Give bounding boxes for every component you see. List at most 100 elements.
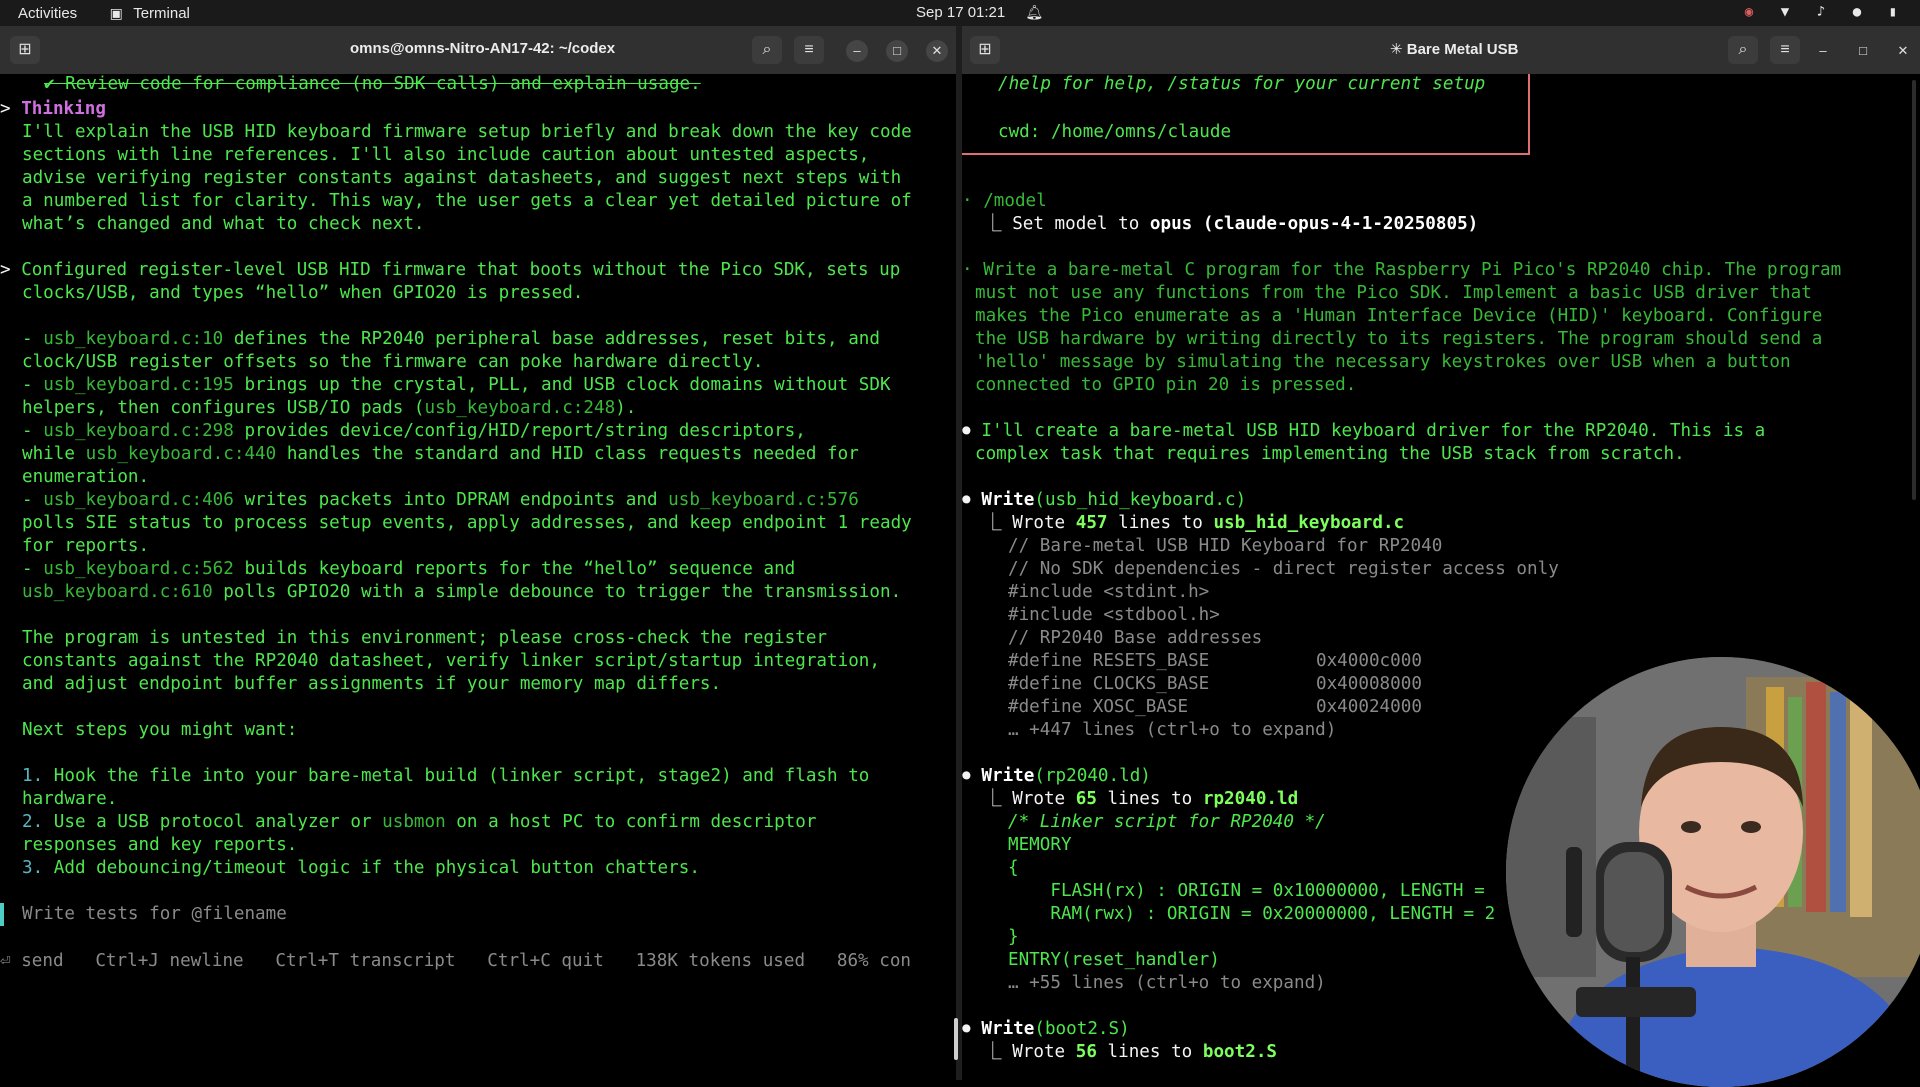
app-menu[interactable]: ▣ Terminal <box>107 4 190 22</box>
left-scrollbar[interactable] <box>954 1018 958 1060</box>
new-tab-icon[interactable]: ⊞ <box>970 36 1000 64</box>
bell-icon[interactable]: 🔔︎ <box>1025 4 1043 22</box>
expand-hint[interactable]: … +447 lines (ctrl+o to expand) <box>1008 719 1336 742</box>
thinking-line-2: sections with line references. I'll also… <box>22 145 870 165</box>
bullet-1a: - usb_keyboard.c:10 defines the RP2040 p… <box>22 329 880 349</box>
maximize-icon[interactable]: □ <box>1852 40 1874 62</box>
code-line: { <box>1008 858 1019 878</box>
bullet-4c: for reports. <box>22 536 150 556</box>
define-name: #define CLOCKS_BASE <box>1008 674 1210 694</box>
code-line: RAM(rwx) : ORIGIN = 0x20000000, LENGTH =… <box>1008 904 1496 924</box>
result-text: lines to <box>1107 513 1214 533</box>
bullet-2b: helpers, then configures USB/IO pads (us… <box>22 397 636 420</box>
bullet-text: builds keyboard reports for the “hello” … <box>233 559 796 579</box>
user-prompt-4: the USB hardware by writing directly to … <box>975 329 1823 349</box>
user-prompt-3: makes the Pico enumerate as a 'Human Int… <box>975 306 1823 326</box>
webcam-figure <box>1506 657 1920 1087</box>
bullet-5a: - usb_keyboard.c:562 builds keyboard rep… <box>22 559 796 579</box>
code-line: // No SDK dependencies - direct register… <box>1008 559 1559 579</box>
user-prompt-2: must not use any functions from the Pico… <box>975 283 1812 303</box>
bullet-text: ). <box>615 398 637 418</box>
thinking-line-3: advise verifying register constants agai… <box>22 168 902 188</box>
prompt-input[interactable]: Write tests for @filename <box>22 903 287 926</box>
close-icon[interactable]: ✕ <box>926 40 948 62</box>
result-text: lines to <box>1096 1042 1203 1062</box>
tokens-used: 138K tokens used <box>635 951 806 971</box>
left-window-header: ⊞ omns@omns-Nitro-AN17-42: ~/codex ⌕ ≡ –… <box>0 26 956 74</box>
welcome-box-border <box>962 153 1530 155</box>
code-line: // RP2040 Base addresses <box>1008 628 1263 648</box>
line-count: 56 <box>1075 1042 1097 1062</box>
left-window-title: omns@omns-Nitro-AN17-42: ~/codex <box>350 40 616 57</box>
code-line: #include <stdbool.h> <box>1008 605 1220 625</box>
hamburger-menu-icon[interactable]: ≡ <box>794 36 824 64</box>
close-icon[interactable]: ✕ <box>1892 40 1914 62</box>
bullet-text: helpers, then configures USB/IO pads ( <box>22 398 425 418</box>
context-remaining: 86% con <box>836 951 912 971</box>
hamburger-menu-icon[interactable]: ≡ <box>1770 36 1800 64</box>
minimize-icon[interactable]: – <box>846 40 868 62</box>
minimize-icon[interactable]: – <box>1812 40 1834 62</box>
note-line-2: constants against the RP2040 datasheet, … <box>22 651 880 671</box>
file-ref[interactable]: usb_keyboard.c:10 <box>43 329 223 349</box>
file-ref[interactable]: usb_keyboard.c:195 <box>43 375 234 395</box>
volume-icon[interactable]: ♪ <box>1812 3 1830 21</box>
file-ref[interactable]: usb_keyboard.c:610 <box>22 582 213 602</box>
bullet-5b: usb_keyboard.c:610 polls GPIO20 with a s… <box>22 581 901 604</box>
microphone-icon[interactable]: ● <box>1848 3 1866 21</box>
tool-arg: (boot2.S) <box>1034 1019 1130 1039</box>
file-ref[interactable]: usb_keyboard.c:406 <box>43 490 234 510</box>
new-tab-icon[interactable]: ⊞ <box>10 36 40 64</box>
line-count: 457 <box>1075 513 1108 533</box>
bullet-text: writes packets into DPRAM endpoints and <box>233 490 669 510</box>
welcome-box-border <box>1528 74 1530 154</box>
file-ref[interactable]: usb_keyboard.c:562 <box>43 559 234 579</box>
step-1a: 1. Hook the file into your bare-metal bu… <box>22 765 869 788</box>
input-cursor-bar <box>0 903 4 926</box>
file-ref[interactable]: usb_keyboard.c:440 <box>86 444 277 464</box>
model-command-text: /model <box>983 191 1047 211</box>
step-2b: responses and key reports. <box>22 835 298 855</box>
wifi-icon[interactable]: ▼ <box>1776 3 1794 21</box>
note-line-3: and adjust endpoint buffer assignments i… <box>22 674 722 694</box>
step-2a: 2. Use a USB protocol analyzer or usbmon… <box>22 811 816 834</box>
code-line: FLASH(rx) : ORIGIN = 0x10000000, LENGTH … <box>1008 881 1485 901</box>
hint-quit: Ctrl+C quit <box>487 951 604 971</box>
assistant-reply-2: complex task that requires implementing … <box>975 444 1685 464</box>
search-icon[interactable]: ⌕ <box>1728 36 1758 64</box>
right-scrollbar[interactable] <box>1912 80 1916 500</box>
file-name: usb_hid_keyboard.c <box>1213 513 1405 533</box>
code-line: #include <stdint.h> <box>1008 582 1210 602</box>
next-steps-heading: Next steps you might want: <box>22 720 298 740</box>
user-prompt-5: 'hello' message by simulating the necess… <box>975 352 1791 372</box>
bullet-1b: clock/USB register offsets so the firmwa… <box>22 352 764 372</box>
hint-send: send <box>21 951 64 971</box>
file-ref[interactable]: usb_keyboard.c:298 <box>43 421 234 441</box>
code-line: #define CLOCKS_BASE 0x40008000 <box>1008 673 1422 696</box>
battery-icon[interactable]: ▮ <box>1884 3 1902 21</box>
hint-newline: Ctrl+J newline <box>95 951 244 971</box>
model-command: · /model <box>962 191 1047 211</box>
bullet-3b: while usb_keyboard.c:440 handles the sta… <box>22 443 859 466</box>
code-line: MEMORY <box>1008 835 1072 855</box>
clock[interactable]: Sep 17 01:21 <box>916 4 1005 22</box>
record-indicator-icon[interactable]: ◉ <box>1740 3 1758 21</box>
completed-task-text: ✔ Review code for compliance (no SDK cal… <box>44 74 701 94</box>
assistant-reply-1: ⏺ I'll create a bare-metal USB HID keybo… <box>962 421 1766 441</box>
step-text: on a host PC to confirm descriptor <box>445 812 817 832</box>
expand-hint[interactable]: … +55 lines (ctrl+o to expand) <box>1008 972 1326 995</box>
activities-button[interactable]: Activities <box>18 5 77 22</box>
bullet-text: brings up the crystal, PLL, and USB cloc… <box>233 375 891 395</box>
code-line: #define XOSC_BASE 0x40024000 <box>1008 696 1422 719</box>
file-ref[interactable]: usb_keyboard.c:576 <box>668 490 859 510</box>
left-terminal[interactable]: ✔ Review code for compliance (no SDK cal… <box>0 74 956 1080</box>
user-prompt-1: · Write a bare-metal C program for the R… <box>962 260 1842 280</box>
enter-key-icon: ⏎ <box>0 951 22 971</box>
file-ref[interactable]: usb_keyboard.c:248 <box>425 398 616 418</box>
code-line: // Bare-metal USB HID Keyboard for RP204… <box>1008 536 1443 556</box>
summary-line-1: > Configured register-level USB HID firm… <box>0 260 901 280</box>
maximize-icon[interactable]: □ <box>886 40 908 62</box>
search-icon[interactable]: ⌕ <box>752 36 782 64</box>
help-hint: /help for help, /status for your current… <box>998 74 1486 94</box>
tool-name: Write <box>981 1019 1035 1039</box>
